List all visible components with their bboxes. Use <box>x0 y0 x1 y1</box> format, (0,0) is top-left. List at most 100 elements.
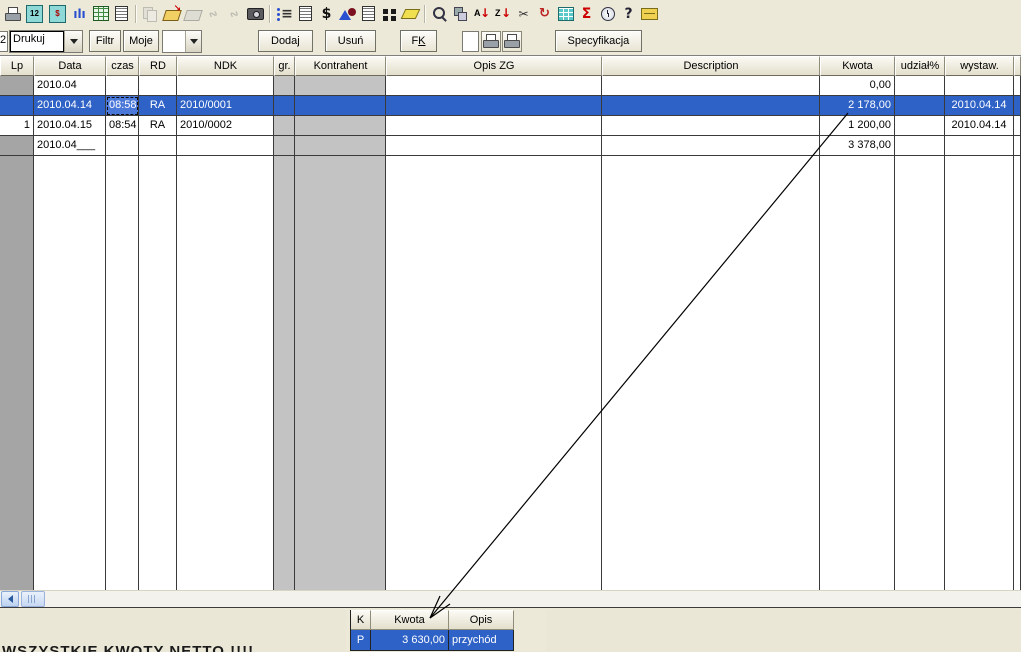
column-header-czas[interactable]: czas <box>106 56 139 76</box>
grid-cell-gr[interactable] <box>274 116 295 136</box>
grid-empty-area[interactable] <box>0 156 1021 590</box>
loop-icon[interactable] <box>534 4 555 24</box>
grid-cell-kwota[interactable]: 1 200,00 <box>820 116 895 136</box>
clipboard-money-icon[interactable]: $ <box>49 5 66 23</box>
header-cell-kwota[interactable]: Kwota <box>371 610 449 630</box>
column-header-gr[interactable]: gr. <box>274 56 295 76</box>
chevron-down-icon[interactable] <box>185 31 201 52</box>
grid-cell-lp[interactable] <box>0 76 34 96</box>
grid-cell-description[interactable] <box>602 76 820 96</box>
grid-cell-data[interactable]: 2010.04.14 <box>34 96 106 116</box>
grid-cell-udzial[interactable] <box>895 76 945 96</box>
scrollbar-thumb[interactable] <box>21 591 45 607</box>
chevron-down-icon[interactable] <box>64 31 82 52</box>
table-row[interactable]: 2010.04___ 3 378,00 <box>0 136 1021 156</box>
column-header-kwota[interactable]: Kwota <box>820 56 895 76</box>
grid-cell-data[interactable]: 2010.04 <box>34 76 106 96</box>
moje-button[interactable]: Moje <box>123 30 159 52</box>
usun-button[interactable]: Usuń <box>325 30 377 52</box>
calculator-icon[interactable] <box>555 4 576 24</box>
print-preview-button[interactable] <box>481 31 501 52</box>
grid-cell-lp[interactable] <box>0 136 34 156</box>
grid-cell-opis[interactable] <box>386 116 602 136</box>
grid-cell-wystaw[interactable]: 2010.04.14 <box>945 96 1014 116</box>
column-header-data[interactable]: Data <box>34 56 106 76</box>
grid-cell-rd[interactable] <box>139 76 177 96</box>
sort-za-icon[interactable] <box>492 4 513 24</box>
table-row[interactable]: 2010.040,00 <box>0 76 1021 96</box>
column-header-ndk[interactable]: NDK <box>177 56 274 76</box>
column-header-udzial[interactable]: udział% <box>895 56 945 76</box>
grid-cell-ndk[interactable] <box>177 76 274 96</box>
column-header-extra[interactable] <box>1014 56 1021 76</box>
grid-cell-czas[interactable] <box>106 136 139 156</box>
dodaj-button[interactable]: Dodaj <box>258 30 313 52</box>
help-icon[interactable] <box>618 4 639 24</box>
horizontal-scrollbar[interactable] <box>0 590 1021 607</box>
copy-shapes-icon[interactable] <box>450 4 471 24</box>
header-cell-opis[interactable]: Opis <box>449 610 514 630</box>
list-icon[interactable] <box>274 4 295 24</box>
table-row[interactable]: 12010.04.1508:54RA2010/0002 1 200,00 2010.… <box>0 116 1021 136</box>
grid-cell-ndk[interactable]: 2010/0002 <box>177 116 274 136</box>
column-header-description[interactable]: Description <box>602 56 820 76</box>
open-folder-icon[interactable] <box>161 4 182 24</box>
grid-cell-extra[interactable] <box>1014 136 1021 156</box>
document2-icon[interactable] <box>358 4 379 24</box>
grid-cell-extra[interactable] <box>1014 76 1021 96</box>
grid-cell-rd[interactable] <box>139 136 177 156</box>
grid-cell-rd[interactable]: RA <box>139 116 177 136</box>
specyfikacja-button[interactable]: Specyfikacja <box>555 30 643 52</box>
clipboard-calendar-icon[interactable]: 12 <box>26 5 43 23</box>
grid-cell-extra[interactable] <box>1014 96 1021 116</box>
grid-cell-opis[interactable] <box>386 76 602 96</box>
sort-az-icon[interactable] <box>471 4 492 24</box>
grid-cell-ndk[interactable] <box>177 136 274 156</box>
grid-cell-ndk[interactable]: 2010/0001 <box>177 96 274 116</box>
grid-cell-udzial[interactable] <box>895 136 945 156</box>
filter-combobox[interactable] <box>162 30 202 53</box>
clock-icon[interactable] <box>597 4 618 24</box>
grid-cell-kwota[interactable]: 3 378,00 <box>820 136 895 156</box>
grid-cell-kwota[interactable]: 2 178,00 <box>820 96 895 116</box>
column-header-kontrahent[interactable]: Kontrahent <box>295 56 386 76</box>
document-icon[interactable] <box>111 4 132 24</box>
print-mode-combobox[interactable]: Drukuj <box>9 30 83 53</box>
grid-cell-czas[interactable]: 08:54 <box>106 116 139 136</box>
scroll-left-button[interactable] <box>1 591 19 607</box>
sigma-icon[interactable] <box>576 4 597 24</box>
print-button[interactable] <box>502 31 522 52</box>
money-icon[interactable] <box>316 4 337 24</box>
grid-cell-kontrahent[interactable] <box>295 116 386 136</box>
grid-cell-lp[interactable] <box>0 96 34 116</box>
grid-cell-description[interactable] <box>602 116 820 136</box>
graph-icon[interactable] <box>337 4 358 24</box>
header-cell-k[interactable]: K <box>351 610 371 630</box>
grid-cell-gr[interactable] <box>274 96 295 116</box>
grid-cell-data[interactable]: 2010.04___ <box>34 136 106 156</box>
tag-icon[interactable] <box>400 4 421 24</box>
print-icon[interactable] <box>2 4 23 24</box>
grid-cell-czas[interactable] <box>106 76 139 96</box>
grid-cell-kontrahent[interactable] <box>295 96 386 116</box>
spreadsheet-icon[interactable] <box>90 4 111 24</box>
grid-cell-opis[interactable] <box>386 136 602 156</box>
grid-cell-kontrahent[interactable] <box>295 136 386 156</box>
camera-icon[interactable] <box>245 4 266 24</box>
small-edit-box[interactable] <box>462 31 479 52</box>
column-header-lp[interactable]: Lp <box>0 56 34 76</box>
grid-cell-gr[interactable] <box>274 76 295 96</box>
grid-cell-wystaw[interactable]: 2010.04.14 <box>945 116 1014 136</box>
grid-cell-description[interactable] <box>602 96 820 116</box>
grid-cell-wystaw[interactable] <box>945 136 1014 156</box>
grid-cell-lp[interactable]: 1 <box>0 116 34 136</box>
tiles-icon[interactable] <box>379 4 400 24</box>
bar-chart-icon[interactable] <box>69 4 90 24</box>
mail-icon[interactable] <box>639 4 660 24</box>
scissors-icon[interactable] <box>513 4 534 24</box>
summary-data-row[interactable]: P 3 630,00 przychód <box>351 630 514 651</box>
grid-cell-extra[interactable] <box>1014 116 1021 136</box>
filtr-button[interactable]: Filtr <box>89 30 121 52</box>
grid-cell-data[interactable]: 2010.04.15 <box>34 116 106 136</box>
grid-cell-udzial[interactable] <box>895 116 945 136</box>
